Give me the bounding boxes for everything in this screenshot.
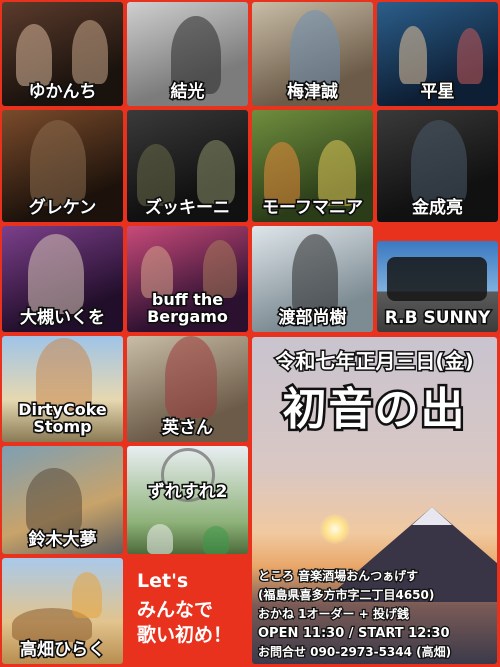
slogan-line: みんなで [137, 599, 214, 621]
performer-name: 英さん [161, 418, 215, 439]
performer-tile: 鈴木大夢 [2, 446, 123, 554]
performer-name: ずれすれ2 [146, 482, 229, 503]
performer-name: DirtyCoke Stomp [17, 400, 109, 437]
performer-tile: ゆかんち [2, 2, 123, 106]
event-panel: 令和七年正月三日(金) 初音の出 ところ 音楽酒場おんつぁげす (福島県喜多方市… [252, 337, 497, 664]
performer-tile: グレケン [2, 110, 123, 222]
event-title: 初音の出 [280, 382, 467, 438]
performer-tile: ズッキーニ [127, 110, 248, 222]
event-info: ところ 音楽酒場おんつぁげす (福島県喜多方市字二丁目4650) おかね 1オー… [257, 567, 494, 662]
performer-tile: 渡部尚樹 [252, 226, 373, 332]
performer-name: 鈴木大夢 [27, 530, 98, 551]
performer-tile: buff the Bergamo [127, 226, 248, 332]
mountain-snowcap [412, 507, 452, 525]
performer-silhouette [399, 26, 427, 84]
performer-silhouette [292, 234, 338, 318]
performer-name: 高畑ひらく [19, 640, 107, 661]
performer-tile: モーフマニア [252, 110, 373, 222]
truck-shape [387, 257, 487, 301]
performer-silhouette [264, 142, 300, 206]
performer-name: 渡部尚樹 [277, 308, 348, 329]
performer-tile: ずれすれ2 [127, 446, 248, 554]
event-poster: ゆかんち 結光 梅津誠 平星 グレケン ズッキーニ モーフマニア 金成亮 大槻い… [0, 0, 500, 667]
performer-silhouette [203, 526, 229, 554]
performer-silhouette [26, 468, 82, 534]
performer-name: ゆかんち [27, 82, 98, 103]
performer-silhouette [72, 572, 102, 618]
event-venue: ところ 音楽酒場おんつぁげす [257, 568, 420, 585]
performer-tile: 平星 [377, 2, 498, 106]
performer-silhouette [457, 28, 483, 84]
performer-name: 梅津誠 [286, 82, 340, 103]
performer-tile: 金成亮 [377, 110, 498, 222]
performer-name: buff the Bergamo [146, 290, 230, 327]
event-time: OPEN 11:30 / START 12:30 [257, 625, 451, 643]
performer-silhouette [318, 140, 356, 206]
performer-name: ズッキーニ [144, 198, 232, 219]
event-date: 令和七年正月三日(金) [274, 348, 475, 375]
performer-silhouette [28, 234, 84, 314]
sunrise-graphic [320, 514, 350, 544]
event-contact: お問合せ 090-2973-5344 (高畑) [257, 644, 453, 661]
performer-silhouette [197, 140, 235, 204]
performer-silhouette [147, 524, 173, 554]
event-address: (福島県喜多方市字二丁目4650) [257, 587, 436, 604]
performer-name: 大槻いくを [19, 308, 107, 329]
performer-tile: 梅津誠 [252, 2, 373, 106]
performer-name: 結光 [169, 82, 206, 103]
performer-name: R.B SUNNY [383, 308, 492, 329]
slogan-box: Let's みんなで 歌い初め！ [127, 558, 248, 664]
performer-name: グレケン [27, 198, 98, 219]
slogan-line: 歌い初め！ [137, 624, 233, 646]
performer-silhouette [72, 20, 108, 84]
performer-tile: 英さん [127, 336, 248, 442]
performer-silhouette [137, 144, 175, 206]
performer-silhouette [30, 120, 86, 206]
performer-name: モーフマニア [261, 198, 365, 219]
performer-silhouette [16, 24, 52, 86]
performer-silhouette [165, 336, 217, 418]
performer-silhouette [411, 120, 467, 206]
performer-tile: 大槻いくを [2, 226, 123, 332]
performer-name: 金成亮 [411, 198, 465, 219]
performer-tile: DirtyCoke Stomp [2, 336, 123, 442]
performer-name: 平星 [419, 82, 456, 103]
performer-tile: R.B SUNNY [377, 241, 498, 332]
event-price: おかね 1オーダー + 投げ銭 [257, 606, 410, 623]
slogan-line: Let's [137, 570, 189, 592]
performer-tile: 高畑ひらく [2, 558, 123, 664]
performer-tile: 結光 [127, 2, 248, 106]
